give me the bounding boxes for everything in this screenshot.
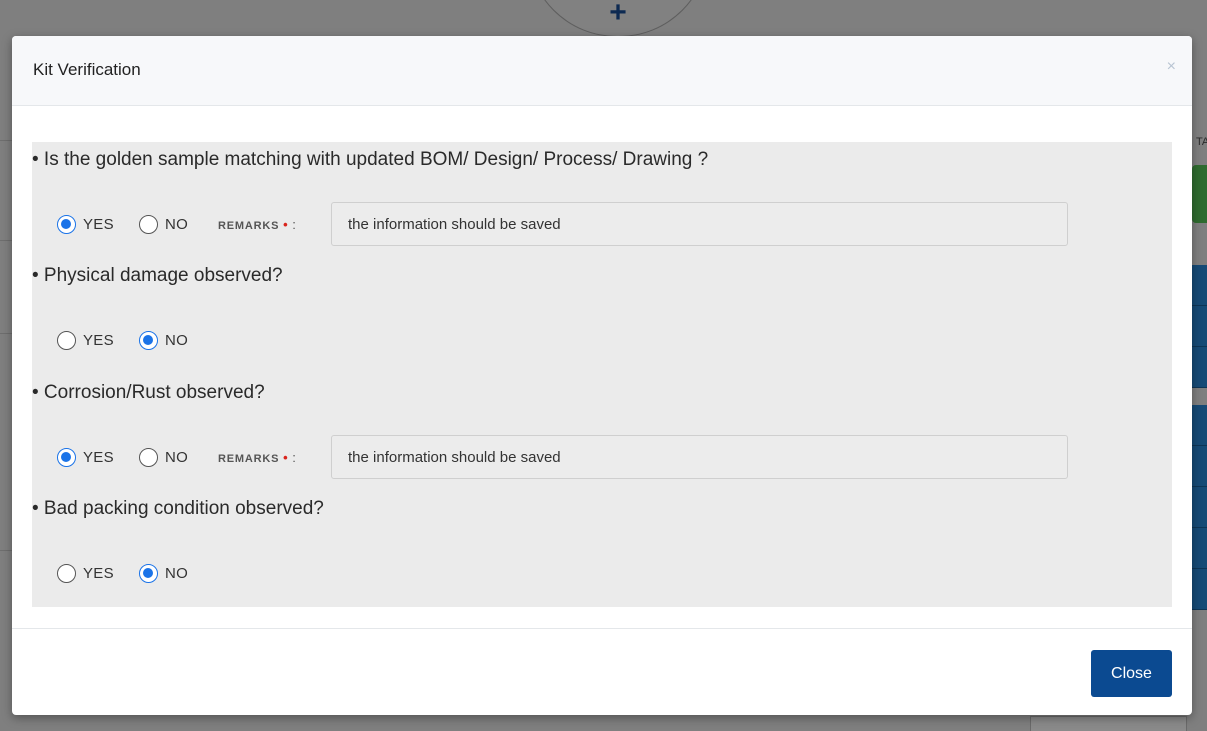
question-text: • Bad packing condition observed? [32,498,324,519]
modal-footer: Close [12,628,1192,715]
remarks-label-text: REMARKS [218,220,280,232]
background-blue-row [1192,528,1207,569]
yes-radio[interactable] [57,563,76,583]
no-radio-option[interactable]: NO [139,447,188,467]
modal-body: • Is the golden sample matching with upd… [12,106,1192,628]
modal-title: Kit Verification [33,60,141,79]
no-radio-option[interactable]: NO [139,563,188,583]
yes-radio-option[interactable]: YES [57,330,114,350]
answer-row: YES NO REMARKS • : [32,200,1172,246]
background-divider [0,140,12,141]
background-blue-row [1192,347,1207,388]
no-radio[interactable] [139,447,158,467]
no-radio[interactable] [139,563,158,583]
remarks-input[interactable] [331,435,1068,479]
no-label: NO [165,215,189,233]
background-blue-row [1192,446,1207,487]
yes-label: YES [83,215,114,233]
background-blue-row [1192,487,1207,528]
yes-radio[interactable] [57,447,76,467]
remarks-colon: : [292,450,297,465]
background-divider [0,240,12,241]
question-text: • Corrosion/Rust observed? [32,382,265,403]
background-blue-row [1192,569,1207,610]
no-label: NO [165,564,189,582]
background-blue-row [1192,306,1207,347]
no-label: NO [165,448,189,466]
no-radio[interactable] [139,214,158,234]
no-label: NO [165,331,189,349]
yes-radio-option[interactable]: YES [57,563,114,583]
required-indicator: • [283,450,289,465]
remarks-label: REMARKS • : [218,217,297,232]
background-blue-row [1192,265,1207,306]
answer-row: YES NO [32,549,1172,593]
answer-row: YES NO REMARKS • : [32,433,1172,479]
remarks-colon: : [292,217,297,232]
question-text: • Is the golden sample matching with upd… [32,149,709,170]
no-radio-option[interactable]: NO [139,214,188,234]
question-text: • Physical damage observed? [32,265,283,286]
no-radio-option[interactable]: NO [139,330,188,350]
background-divider [0,550,12,551]
question-panel: • Is the golden sample matching with upd… [32,142,1172,607]
yes-radio-option[interactable]: YES [57,447,114,467]
background-bottom-tab [1030,716,1187,731]
background-column-header: TA [1196,136,1207,148]
kit-verification-modal: Kit Verification × • Is the golden sampl… [12,36,1192,715]
background-green-button [1192,165,1207,223]
yes-radio[interactable] [57,330,76,350]
answer-row: YES NO [32,316,1172,360]
modal-header: Kit Verification × [12,36,1192,106]
yes-label: YES [83,448,114,466]
plus-icon: + [609,0,627,29]
remarks-label: REMARKS • : [218,450,297,465]
yes-label: YES [83,331,114,349]
no-radio[interactable] [139,330,158,350]
close-button[interactable]: Close [1091,650,1172,697]
required-indicator: • [283,217,289,232]
close-icon[interactable]: × [1167,57,1176,77]
remarks-label-text: REMARKS [218,453,280,465]
yes-radio[interactable] [57,214,76,234]
remarks-input[interactable] [331,202,1068,246]
background-blue-row [1192,405,1207,446]
background-divider [0,333,12,334]
yes-radio-option[interactable]: YES [57,214,114,234]
yes-label: YES [83,564,114,582]
